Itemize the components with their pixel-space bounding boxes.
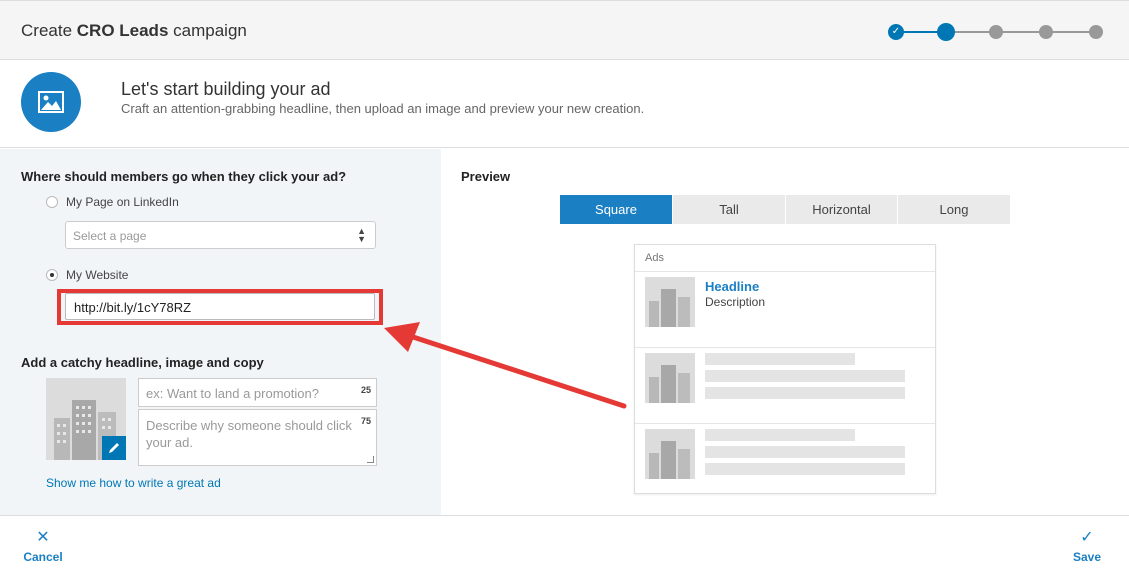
tab-square[interactable]: Square [560,195,673,224]
image-icon [21,72,81,132]
pencil-icon [109,443,119,453]
preview-label: Preview [461,169,511,184]
skeleton-line [705,370,905,382]
save-button[interactable]: ✓ Save [1068,528,1106,564]
intro-title: Let's start building your ad [121,79,331,99]
radio-my-website[interactable] [46,269,58,281]
skeleton-line [705,353,855,365]
description-char-counter: 75 [360,416,371,426]
page-header: Create CRO Leads campaign ✓ [0,0,1129,60]
step-3 [989,25,1003,39]
building-placeholder-icon [645,277,695,327]
skeleton-line [705,446,905,458]
ad-form-panel: Where should members go when they click … [0,149,441,515]
ad-placeholder-row [635,347,935,423]
radio-my-website-label[interactable]: My Website [66,268,128,282]
preview-format-tabs: Square Tall Horizontal Long [560,195,1010,224]
destination-question: Where should members go when they click … [21,169,347,184]
step-5 [1089,25,1103,39]
ad-placeholder-row [635,423,935,499]
write-ad-help-link[interactable]: Show me how to write a great ad [46,476,221,490]
page-footer: ✕ Cancel ✓ Save [0,515,1129,578]
step-2-current [937,23,955,41]
ads-label: Ads [645,252,664,264]
headline-char-counter: 25 [360,385,371,395]
creative-heading: Add a catchy headline, image and copy [21,355,264,370]
intro-section: Let's start building your ad Craft an at… [0,60,1129,148]
ad-preview-card: Ads Headline Description [634,244,936,494]
tab-tall[interactable]: Tall [673,195,786,224]
intro-subtitle: Craft an attention-grabbing headline, th… [121,101,645,116]
ad-description: Description [705,295,766,309]
page-select[interactable]: Select a page ▲ ▼ [65,221,376,249]
cancel-button[interactable]: ✕ Cancel [22,528,64,564]
edit-image-button[interactable] [102,436,126,460]
close-icon: ✕ [36,529,50,546]
website-url-input[interactable]: http://bit.ly/1cY78RZ [65,293,375,320]
progress-stepper: ✓ [888,22,1106,42]
building-placeholder-icon [645,429,695,479]
step-4 [1039,25,1053,39]
radio-linkedin-page[interactable] [46,196,58,208]
step-1-done-icon: ✓ [888,24,904,40]
select-arrows-icon: ▲ ▼ [357,226,366,244]
skeleton-line [705,463,905,475]
skeleton-line [705,387,905,399]
building-placeholder-icon [645,353,695,403]
skeleton-line [705,429,855,441]
tab-long[interactable]: Long [898,195,1010,224]
stepper-line [946,31,1096,33]
headline-input[interactable]: ex: Want to land a promotion? 25 [138,378,377,407]
annotation-arrow-icon [384,322,627,409]
tab-horizontal[interactable]: Horizontal [786,195,898,224]
page-title: Create CRO Leads campaign [21,21,247,40]
resize-handle[interactable] [367,456,374,463]
ad-preview-row: Headline Description [635,271,935,347]
ad-headline: Headline [705,279,760,294]
radio-linkedin-page-label[interactable]: My Page on LinkedIn [66,195,179,209]
description-textarea[interactable]: Describe why someone should click your a… [138,409,377,466]
checkmark-icon: ✓ [1080,529,1094,546]
